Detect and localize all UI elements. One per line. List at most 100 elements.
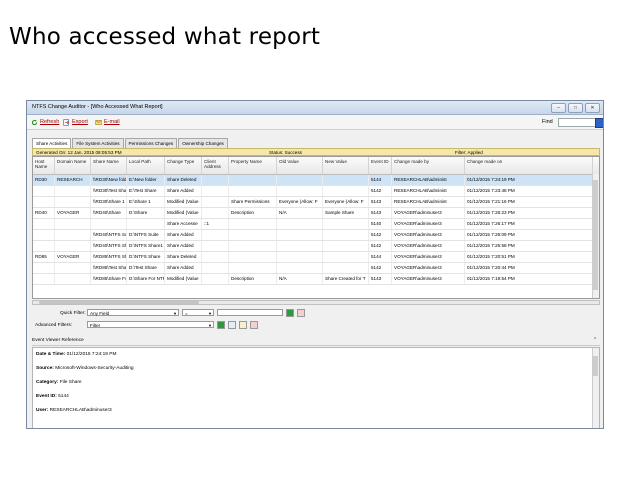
- table-row[interactable]: \\RD40\NTFS ShareD:\NTFS Share1Share Add…: [33, 241, 599, 252]
- remove-filter-icon[interactable]: [250, 321, 258, 329]
- cell-old-value: N/A: [277, 208, 323, 218]
- cell-change-type: Share Accesse: [165, 219, 202, 229]
- cell-old-value: Everyone (Allow: F: [277, 197, 323, 207]
- event-detail-line: Date & Time: 01/12/2015 7:24:19 PM: [36, 352, 116, 357]
- tab-file-system-activities[interactable]: File System Activities: [72, 138, 124, 148]
- cell-change-made-by: VOYAGER\adminuser3: [392, 263, 465, 273]
- export-icon: [63, 118, 70, 126]
- cell-domain-name: [55, 186, 91, 196]
- grid-hscroll-thumb[interactable]: [39, 301, 199, 304]
- cell-share-name: \\RD85\Share For N: [91, 274, 127, 284]
- table-row[interactable]: \\RD40\NTFS SuiteD:\NTFS SuiteShare Adde…: [33, 230, 599, 241]
- grid-scroll-thumb[interactable]: [593, 180, 598, 290]
- cell-event-id: 5142: [369, 186, 392, 196]
- column-header-share-name[interactable]: Share Name: [91, 157, 127, 174]
- column-header-client-address[interactable]: Client Address: [202, 157, 229, 174]
- cell-change-made-by: VOYAGER\adminuser3: [392, 219, 465, 229]
- quick-filter-field-select[interactable]: Any Field ▼: [87, 309, 179, 316]
- cell-domain-name: [55, 274, 91, 284]
- quick-filter-operator-select[interactable]: = ▼: [182, 309, 214, 316]
- event-viewer-header: Event Viewer Reference ⌃: [32, 337, 600, 346]
- cell-event-id: 5143: [369, 208, 392, 218]
- event-detail-key: Event ID:: [36, 394, 57, 399]
- cell-old-value: [277, 219, 323, 229]
- advanced-filter-select[interactable]: Filter ▼: [87, 321, 214, 328]
- column-header-local-path[interactable]: Local Path: [127, 157, 165, 174]
- edit-filter-icon[interactable]: [239, 321, 247, 329]
- table-row[interactable]: Share Accesse::1 5140 VOYAGER\adminuser3 01…: [33, 219, 599, 230]
- event-detail-value: 5144: [56, 394, 69, 399]
- apply-advanced-filter-button[interactable]: [217, 321, 225, 329]
- cell-client-address: [202, 208, 229, 218]
- cell-host-name: [33, 230, 55, 240]
- column-header-change-made-by[interactable]: Change made by: [392, 157, 465, 174]
- column-header-change-made-on[interactable]: Change made on: [465, 157, 593, 174]
- grid-vertical-scrollbar[interactable]: [592, 174, 599, 298]
- table-row[interactable]: RD85VOYAGER\\RD85\NTFS ShareD:\NTFS Shar…: [33, 252, 599, 263]
- status-text: Status: Success: [269, 150, 302, 155]
- cell-domain-name: VOYAGER: [55, 252, 91, 262]
- cell-change-made-on: 01/12/2015 7:19:54 PM: [465, 274, 593, 284]
- apply-quick-filter-button[interactable]: [286, 309, 294, 317]
- cell-share-name: \\RD85\NTFS Share: [91, 252, 127, 262]
- cell-change-made-on: 01/12/2015 7:21:16 PM: [465, 197, 593, 207]
- tab-ownership-changes[interactable]: Ownership Changes: [178, 138, 228, 148]
- minimize-button[interactable]: –: [551, 103, 566, 113]
- column-header-event-id[interactable]: Event ID: [369, 157, 392, 174]
- clear-quick-filter-icon[interactable]: [297, 309, 305, 317]
- find-input[interactable]: [558, 118, 596, 127]
- table-row[interactable]: \\RD30\Test Share2E:\Test ShareShare Add…: [33, 186, 599, 197]
- table-row[interactable]: RD30 RESEARCH \\RD30\New folder E:\New fold…: [33, 175, 599, 186]
- column-header-old-value[interactable]: Old Value: [277, 157, 323, 174]
- event-viewer-scroll-thumb[interactable]: [593, 356, 598, 376]
- cell-local-path: [127, 219, 165, 229]
- quick-filter-value-input[interactable]: [217, 309, 283, 316]
- table-row[interactable]: \\RD85\Share For ND:\Share For NTFModifi…: [33, 274, 599, 285]
- cell-share-name: \\RD40\Share: [91, 208, 127, 218]
- tab-share-activities[interactable]: Share Activities: [32, 138, 72, 148]
- column-header-change-type[interactable]: Change Type: [165, 157, 202, 174]
- column-header-new-value[interactable]: New Value: [323, 157, 369, 174]
- generated-on: Generated On: 12 Jan. 2015 08:05:53 PM: [36, 150, 122, 155]
- table-row[interactable]: RD40 VOYAGER \\RD40\Share D:\Share Modified …: [33, 208, 599, 219]
- tab-permissions-changes[interactable]: Permissions Changes: [124, 138, 178, 148]
- cell-share-name: \\RD85\Test Share: [91, 263, 127, 273]
- cell-property-name: [229, 230, 277, 240]
- cell-client-address: [202, 230, 229, 240]
- cell-change-type: Share Added: [165, 241, 202, 251]
- cell-local-path: E:\Test Share: [127, 186, 165, 196]
- chevron-down-icon: ▼: [208, 323, 212, 328]
- grid-horizontal-scrollbar[interactable]: [32, 300, 600, 305]
- cell-property-name: Description: [229, 208, 277, 218]
- table-row[interactable]: \\RD30\Share 1 E:\Share 1 Modified (Value S…: [33, 197, 599, 208]
- cell-change-type: Modified (Value: [165, 208, 202, 218]
- cell-new-value: Everyone (Allow: F: [323, 197, 369, 207]
- cell-change-made-by: RESEARCHLAB\administ: [392, 175, 465, 185]
- export-button[interactable]: Export: [63, 115, 88, 129]
- email-button[interactable]: E-mail: [95, 115, 120, 129]
- cell-old-value: N/A: [277, 274, 323, 284]
- column-header-property-name[interactable]: Property Name: [229, 157, 277, 174]
- cell-change-type: Modified (Value: [165, 274, 202, 284]
- maximize-button[interactable]: □: [568, 103, 583, 113]
- cell-share-name: \\RD40\NTFS Suite: [91, 230, 127, 240]
- cell-client-address: ::1: [202, 219, 229, 229]
- refresh-icon: [31, 119, 38, 125]
- cell-event-id: 5144: [369, 175, 392, 185]
- event-viewer-scrollbar[interactable]: [592, 348, 599, 428]
- find-button[interactable]: [595, 118, 603, 128]
- cell-old-value: [277, 175, 323, 185]
- close-button[interactable]: ✕: [585, 103, 600, 113]
- collapse-icon[interactable]: ⌃: [593, 337, 597, 345]
- table-row[interactable]: \\RD85\Test Share D:\Test Share Share Adde…: [33, 263, 599, 274]
- filter-status: Filter: Applied: [455, 150, 483, 155]
- event-detail-line: Event ID: 5144: [36, 394, 69, 399]
- refresh-button[interactable]: Refresh: [31, 115, 59, 129]
- column-header-domain-name[interactable]: Domain Name: [55, 157, 91, 174]
- cell-new-value: Sample Share: [323, 208, 369, 218]
- cell-host-name: [33, 219, 55, 229]
- cell-domain-name: [55, 197, 91, 207]
- event-detail-value: Microsoft-Windows-Security-Auditing: [53, 366, 134, 371]
- column-header-host-name[interactable]: Host Name: [33, 157, 55, 174]
- filter-icon[interactable]: [228, 321, 236, 329]
